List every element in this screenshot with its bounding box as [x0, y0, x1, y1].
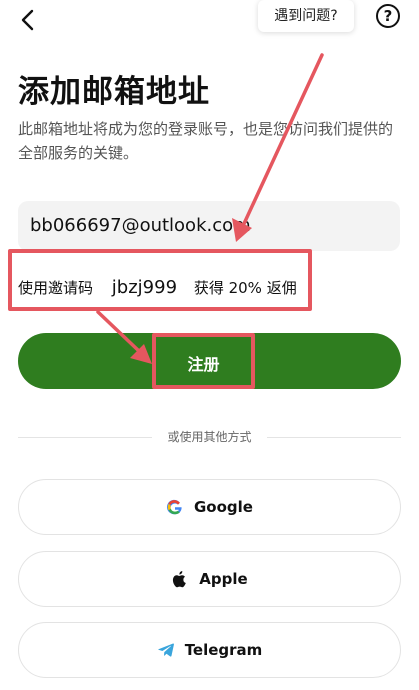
register-button-label[interactable]: 注册 [152, 333, 255, 389]
invite-highlight-box [8, 249, 312, 311]
back-chevron-icon[interactable] [14, 6, 42, 34]
telegram-label: Telegram [184, 641, 263, 659]
apple-label: Apple [199, 570, 248, 588]
google-label: Google [194, 498, 253, 516]
help-tooltip[interactable]: 遇到问题? [258, 0, 354, 32]
google-login-button[interactable]: Google [18, 479, 401, 535]
page-title: 添加邮箱地址 [18, 74, 210, 110]
help-icon[interactable]: ? [376, 4, 400, 28]
apple-login-button[interactable]: Apple [18, 551, 401, 607]
telegram-icon [157, 643, 174, 657]
alternative-methods-text: 或使用其他方式 [152, 427, 267, 447]
apple-icon [173, 571, 187, 588]
telegram-login-button[interactable]: Telegram [18, 622, 401, 678]
google-icon [166, 499, 182, 515]
email-field[interactable]: bb066697@outlook.com [18, 201, 400, 251]
page-description: 此邮箱地址将成为您的登录账号，也是您访问我们提供的全部服务的关键。 [18, 120, 394, 162]
